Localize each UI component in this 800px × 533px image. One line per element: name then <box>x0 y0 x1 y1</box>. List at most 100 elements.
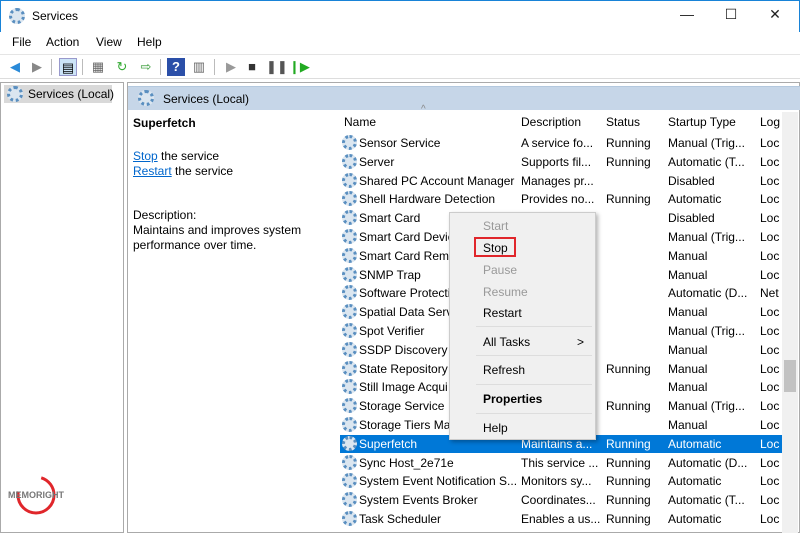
service-log-on-as: Loc <box>760 248 780 263</box>
service-log-on-as: Loc <box>760 305 780 320</box>
service-status: Running <box>606 512 651 526</box>
help-icon[interactable]: ? <box>167 58 185 76</box>
properties-icon[interactable]: ▦ <box>89 58 107 76</box>
service-log-on-as: Loc <box>760 192 780 207</box>
show-action-pane-icon[interactable]: ▥ <box>190 58 208 76</box>
service-log-on-as: Loc <box>760 455 780 470</box>
menu-item-all-tasks[interactable]: All Tasks <box>483 335 530 349</box>
service-gear-icon <box>342 417 357 432</box>
service-row[interactable]: Shell Hardware Detection Provides no... … <box>340 190 782 208</box>
show-hide-console-tree-icon[interactable]: ▤ <box>59 58 77 76</box>
service-gear-icon <box>342 191 357 207</box>
service-gear-icon <box>342 172 357 188</box>
menu-help[interactable]: Help <box>137 35 162 49</box>
menu-action[interactable]: Action <box>46 35 79 49</box>
close-button[interactable]: ✕ <box>760 6 790 26</box>
service-log-on-as: Loc <box>760 418 780 432</box>
vertical-scrollbar[interactable] <box>782 112 798 533</box>
menu-item-properties[interactable]: Properties <box>483 392 542 406</box>
service-startup-type: Automatic (D... <box>668 286 748 301</box>
resume-service-icon[interactable]: ❙▶ <box>289 58 310 76</box>
service-description: Coordinates... <box>521 493 596 508</box>
service-startup-type: Automatic (T... <box>668 493 745 508</box>
sort-ascending-icon: ^ <box>421 104 426 115</box>
refresh-icon[interactable]: ↻ <box>113 58 131 76</box>
menu-item-restart[interactable]: Restart <box>483 306 522 320</box>
service-startup-type: Manual (Trig... <box>668 399 745 414</box>
service-gear-icon <box>342 323 357 338</box>
stop-link[interactable]: Stop <box>133 149 158 163</box>
pane-header-title: Services (Local) <box>163 92 250 106</box>
service-name: Shared PC Account Manager <box>359 173 515 188</box>
menu-item-help[interactable]: Help <box>483 421 508 435</box>
export-list-icon[interactable]: ⇨ <box>137 58 155 76</box>
service-description: This service ... <box>521 455 599 470</box>
service-name: Sensor Service <box>359 136 441 150</box>
minimize-button[interactable]: — <box>672 6 702 26</box>
service-startup-type: Manual (Trig... <box>668 136 745 150</box>
service-row[interactable]: System Event Notification S... Monitors … <box>340 472 782 490</box>
service-log-on-as: Loc <box>760 436 780 451</box>
service-startup-type: Manual (Trig... <box>668 230 745 244</box>
service-log-on-as: Loc <box>760 173 780 188</box>
service-log-on-as: Loc <box>760 399 780 414</box>
scrollbar-thumb[interactable] <box>784 360 796 392</box>
menu-item-refresh[interactable]: Refresh <box>483 363 525 377</box>
service-name: Server <box>359 154 395 169</box>
maximize-button[interactable]: ☐ <box>716 6 746 26</box>
service-startup-type: Manual <box>668 342 708 357</box>
restart-link[interactable]: Restart <box>133 164 172 178</box>
service-row[interactable]: Sync Host_2e71e This service ... Running… <box>340 454 782 472</box>
menu-file[interactable]: File <box>12 35 31 49</box>
service-row[interactable]: Server Supports fil... Running Automatic… <box>340 153 782 171</box>
memoright-logo: MEMORIGHT <box>6 470 66 515</box>
service-gear-icon <box>342 360 357 376</box>
service-log-on-as: Loc <box>760 512 780 526</box>
service-name: System Events Broker <box>359 493 478 508</box>
menu-item-start[interactable]: Start <box>483 219 508 233</box>
column-header-log-on-as[interactable]: Log <box>760 113 780 131</box>
service-status: Running <box>606 436 651 451</box>
service-gear-icon <box>342 398 357 414</box>
menu-item-resume[interactable]: Resume <box>483 285 528 299</box>
column-header-status[interactable]: Status <box>606 113 640 131</box>
console-tree <box>0 82 124 533</box>
menu-item-pause[interactable]: Pause <box>483 263 517 277</box>
window-title: Services <box>32 9 79 23</box>
menu-view[interactable]: View <box>96 35 122 49</box>
service-log-on-as: Loc <box>760 324 780 338</box>
stop-text: the service <box>157 149 220 163</box>
service-log-on-as: Loc <box>760 474 780 489</box>
column-header-name[interactable]: Name <box>344 113 376 131</box>
service-row[interactable]: System Events Broker Coordinates... Runn… <box>340 491 782 509</box>
service-description: Monitors sy... <box>521 474 592 489</box>
service-row[interactable]: Sensor Service A service fo... Running M… <box>340 134 782 152</box>
tree-item-label: Services (Local) <box>28 87 115 101</box>
service-status: Running <box>606 399 651 414</box>
service-startup-type: Manual <box>668 305 708 320</box>
forward-arrow-icon[interactable]: ▶ <box>28 58 46 76</box>
description-label: Description: <box>133 208 197 222</box>
service-name: Shell Hardware Detection <box>359 192 496 207</box>
pause-service-icon[interactable]: ❚❚ <box>266 58 288 76</box>
service-status: Running <box>606 493 651 508</box>
service-gear-icon <box>342 341 357 357</box>
column-header-startup-type[interactable]: Startup Type <box>668 113 736 131</box>
service-gear-icon <box>342 266 357 282</box>
service-gear-icon <box>342 285 357 301</box>
service-log-on-as: Loc <box>760 136 780 150</box>
stop-service-icon[interactable]: ■ <box>243 58 261 76</box>
menu-item-stop[interactable]: Stop <box>483 241 508 255</box>
back-arrow-icon[interactable]: ◀ <box>6 58 24 76</box>
services-gear-icon <box>7 86 23 102</box>
service-gear-icon <box>342 473 357 489</box>
service-status: Running <box>606 474 651 489</box>
column-header-description[interactable]: Description <box>521 113 581 131</box>
service-startup-type: Automatic <box>668 436 722 451</box>
service-startup-type: Automatic <box>668 192 722 207</box>
service-name: Sync Host_2e71e <box>359 455 454 470</box>
service-row[interactable]: Task Scheduler Enables a us... Running A… <box>340 510 782 528</box>
start-service-icon[interactable]: ▶ <box>222 58 240 76</box>
service-row[interactable]: Shared PC Account Manager Manages pr... … <box>340 172 782 190</box>
service-startup-type: Automatic <box>668 474 722 489</box>
